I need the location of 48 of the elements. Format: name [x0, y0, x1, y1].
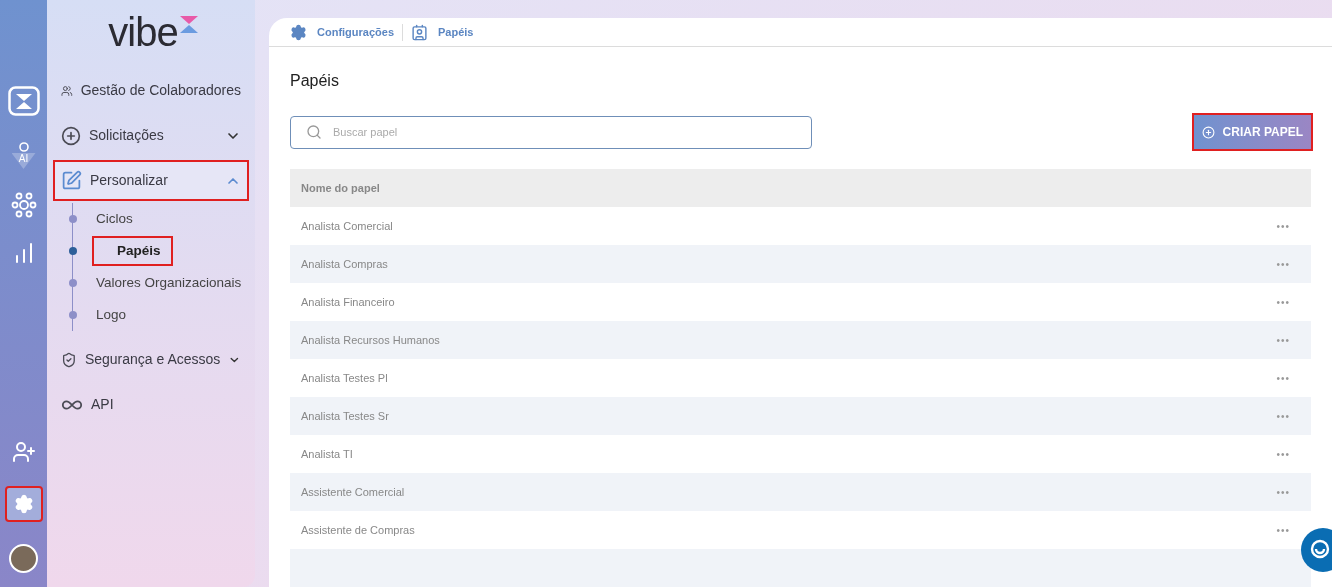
- sidebar-subitem[interactable]: Ciclos: [94, 205, 135, 233]
- sidebar-item[interactable]: Personalizar: [55, 162, 247, 199]
- table-cell-text: Analista Financeiro: [301, 294, 395, 310]
- plus-circle-icon: [1201, 125, 1215, 139]
- plus-circle-icon: [61, 125, 81, 146]
- more-options-button[interactable]: •••: [1276, 218, 1290, 234]
- ai-badge[interactable]: AI: [11, 153, 36, 169]
- sidebar-item[interactable]: Solicitações: [55, 117, 247, 154]
- id-badge-icon: [411, 23, 428, 41]
- table-cell-text: Analista TI: [301, 446, 353, 462]
- settings-button[interactable]: [4, 486, 43, 522]
- more-options-button[interactable]: •••: [1276, 294, 1290, 310]
- page-title: Papéis: [290, 71, 340, 91]
- hourglass-logo-icon[interactable]: [7, 86, 40, 116]
- settings-icon: [13, 494, 34, 514]
- sidebar-subitem[interactable]: Logo: [94, 301, 129, 329]
- table-cell-text: Assistente de Compras: [301, 522, 415, 538]
- table-cell-text: Analista Testes Pl: [301, 370, 388, 386]
- sidebar-item[interactable]: API: [55, 386, 247, 423]
- more-options-button[interactable]: •••: [1276, 484, 1290, 500]
- sidebar-subitem[interactable]: Papéis: [94, 237, 171, 265]
- avatar[interactable]: [9, 544, 38, 573]
- search-field[interactable]: Buscar papel: [290, 115, 812, 149]
- more-options-button[interactable]: •••: [1276, 408, 1290, 424]
- breadcrumb-link[interactable]: Papéis: [438, 23, 474, 41]
- sidebar-subitem[interactable]: Valores Organizacionais: [94, 269, 244, 297]
- table-cell-text: Analista Testes Sr: [301, 408, 389, 424]
- column-header: Nome do papel: [301, 180, 380, 196]
- edit-icon: [61, 170, 82, 191]
- more-options-button[interactable]: •••: [1276, 522, 1290, 538]
- create-role-button[interactable]: CRIAR PAPEL: [1193, 115, 1311, 149]
- more-options-button[interactable]: •••: [1276, 370, 1290, 386]
- sidebar-item[interactable]: Gestão de Colaboradores: [55, 72, 247, 109]
- table-cell-text: Assistente Comercial: [301, 484, 405, 500]
- add-user-icon[interactable]: [11, 440, 36, 464]
- more-options-button[interactable]: •••: [1276, 446, 1290, 462]
- table-cell-text: Analista Comercial: [301, 218, 393, 234]
- more-options-button[interactable]: •••: [1276, 332, 1290, 348]
- table-cell-text: Analista Recursos Humanos: [301, 332, 440, 348]
- settings-icon: [290, 23, 307, 41]
- network-icon[interactable]: [9, 191, 38, 219]
- vibe-logo: vibe: [108, 10, 178, 54]
- person-icon[interactable]: [17, 142, 30, 153]
- more-options-button[interactable]: •••: [1276, 256, 1290, 272]
- search-icon: [306, 123, 322, 140]
- table-cell-text: Analista Compras: [301, 256, 388, 272]
- breadcrumb-link[interactable]: Configurações: [317, 23, 394, 41]
- sidebar-item[interactable]: Segurança e Acessos: [55, 341, 247, 378]
